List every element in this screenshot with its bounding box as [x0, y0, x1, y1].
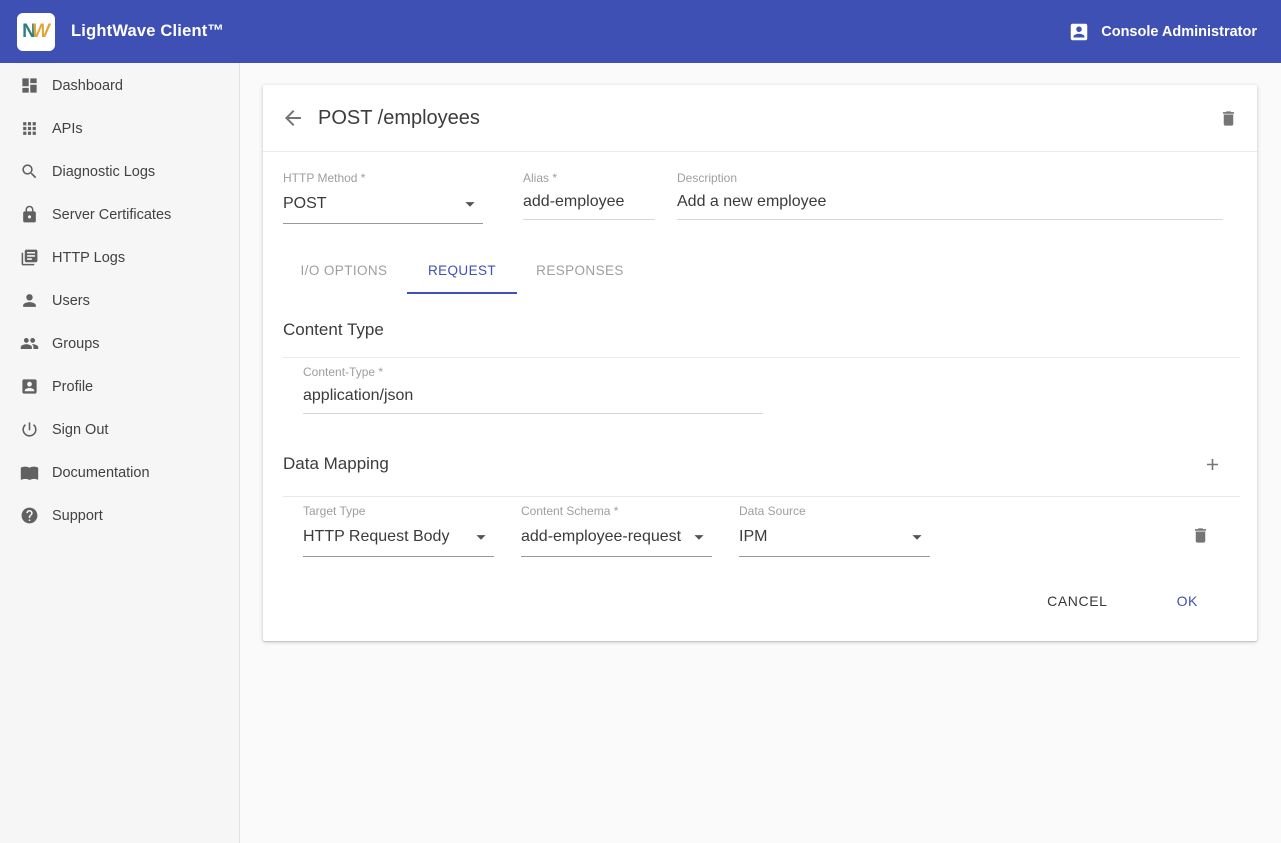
sidebar-item-label: Users — [52, 293, 90, 309]
data-mapping-row: Target Type HTTP Request Body Content Sc… — [303, 504, 1240, 557]
http-method-label: HTTP Method * — [283, 171, 483, 185]
app-title: LightWave Client™ — [71, 22, 224, 41]
ok-button[interactable]: OK — [1161, 583, 1214, 619]
data-mapping-heading-row: Data Mapping — [283, 454, 1240, 474]
target-type-label: Target Type — [303, 504, 494, 518]
cancel-button[interactable]: CANCEL — [1031, 583, 1123, 619]
book-icon — [20, 463, 39, 482]
user-name: Console Administrator — [1101, 24, 1257, 40]
http-method-value: POST — [283, 195, 327, 213]
plus-icon — [1203, 455, 1222, 474]
account-box-icon — [20, 377, 39, 396]
content-schema-value: add-employee-request — [521, 528, 681, 546]
content-type-field[interactable]: Content-Type * application/json — [303, 365, 763, 414]
trash-icon — [1219, 109, 1238, 128]
data-source-value: IPM — [739, 528, 767, 546]
content-schema-select[interactable]: Content Schema * add-employee-request — [521, 504, 712, 557]
logo-letter-n: N — [22, 21, 32, 43]
back-arrow-icon — [281, 106, 305, 130]
alias-label: Alias * — [523, 171, 655, 185]
sidebar-item-label: APIs — [52, 121, 83, 137]
account-box-icon — [1068, 21, 1090, 43]
form-actions: CANCEL OK — [283, 583, 1240, 641]
section-divider — [283, 357, 1240, 358]
add-data-mapping-button[interactable] — [1203, 455, 1222, 474]
page-title: POST /employees — [318, 107, 480, 130]
content-type-value: application/json — [303, 387, 413, 405]
sidebar-item-label: Server Certificates — [52, 207, 171, 223]
user-account-button[interactable]: Console Administrator — [1068, 21, 1257, 43]
sidebar-item-server-certificates[interactable]: Server Certificates — [0, 193, 239, 236]
sidebar-item-apis[interactable]: APIs — [0, 107, 239, 150]
sidebar-item-label: Profile — [52, 379, 93, 395]
logo-letter-w: W — [32, 21, 46, 43]
target-type-select[interactable]: Target Type HTTP Request Body — [303, 504, 494, 557]
tab-request[interactable]: REQUEST — [407, 248, 517, 294]
people-icon — [20, 334, 39, 353]
chevron-down-icon — [906, 526, 928, 548]
endpoint-editor-card: POST /employees HTTP Method * POST — [263, 85, 1257, 641]
sidebar-item-documentation[interactable]: Documentation — [0, 451, 239, 494]
http-method-select[interactable]: HTTP Method * POST — [283, 171, 483, 224]
delete-mapping-button[interactable] — [1191, 526, 1210, 545]
app-header: NW LightWave Client™ Console Administrat… — [0, 0, 1281, 63]
chevron-down-icon — [459, 193, 481, 215]
sidebar-item-profile[interactable]: Profile — [0, 365, 239, 408]
content-type-section-heading: Content Type — [283, 320, 1240, 340]
card-header: POST /employees — [263, 85, 1257, 152]
tab-io-options[interactable]: I/O OPTIONS — [289, 248, 399, 294]
lock-icon — [20, 205, 39, 224]
sidebar-nav: Dashboard APIs Diagnostic Logs Server Ce… — [0, 63, 240, 843]
app-logo: NW — [17, 13, 55, 51]
delete-endpoint-button[interactable] — [1219, 109, 1238, 128]
search-icon — [20, 162, 39, 181]
sidebar-item-diagnostic-logs[interactable]: Diagnostic Logs — [0, 150, 239, 193]
alias-value: add-employee — [523, 193, 624, 211]
sidebar-item-label: HTTP Logs — [52, 250, 125, 266]
tab-responses[interactable]: RESPONSES — [525, 248, 635, 294]
sidebar-item-label: Sign Out — [52, 422, 108, 438]
chevron-down-icon — [470, 526, 492, 548]
help-icon — [20, 506, 39, 525]
logs-icon — [20, 248, 39, 267]
description-field[interactable]: Description Add a new employee — [677, 171, 1223, 224]
dashboard-icon — [20, 76, 39, 95]
sidebar-item-support[interactable]: Support — [0, 494, 239, 537]
sidebar-item-groups[interactable]: Groups — [0, 322, 239, 365]
sidebar-item-dashboard[interactable]: Dashboard — [0, 64, 239, 107]
sidebar-item-users[interactable]: Users — [0, 279, 239, 322]
back-button[interactable] — [281, 106, 305, 130]
chevron-down-icon — [688, 526, 710, 548]
description-value: Add a new employee — [677, 193, 826, 211]
apps-grid-icon — [20, 119, 39, 138]
data-source-select[interactable]: Data Source IPM — [739, 504, 930, 557]
power-icon — [20, 420, 39, 439]
section-divider — [283, 496, 1240, 497]
target-type-value: HTTP Request Body — [303, 528, 449, 546]
endpoint-fields-row: HTTP Method * POST Alias * add-employee … — [283, 171, 1240, 224]
main-content: POST /employees HTTP Method * POST — [240, 63, 1281, 843]
content-schema-label: Content Schema * — [521, 504, 712, 518]
sidebar-item-label: Documentation — [52, 465, 150, 481]
sidebar-item-label: Support — [52, 508, 103, 524]
sidebar-item-label: Dashboard — [52, 78, 123, 94]
person-icon — [20, 291, 39, 310]
sidebar-item-label: Groups — [52, 336, 100, 352]
description-label: Description — [677, 171, 1223, 185]
alias-field[interactable]: Alias * add-employee — [523, 171, 655, 224]
data-source-label: Data Source — [739, 504, 930, 518]
sidebar-item-http-logs[interactable]: HTTP Logs — [0, 236, 239, 279]
sidebar-item-label: Diagnostic Logs — [52, 164, 155, 180]
trash-icon — [1191, 526, 1210, 545]
sidebar-item-sign-out[interactable]: Sign Out — [0, 408, 239, 451]
data-mapping-section-heading: Data Mapping — [283, 454, 389, 474]
section-tabs: I/O OPTIONS REQUEST RESPONSES — [289, 248, 1240, 294]
card-body: HTTP Method * POST Alias * add-employee … — [263, 171, 1257, 641]
content-type-label: Content-Type * — [303, 365, 763, 379]
